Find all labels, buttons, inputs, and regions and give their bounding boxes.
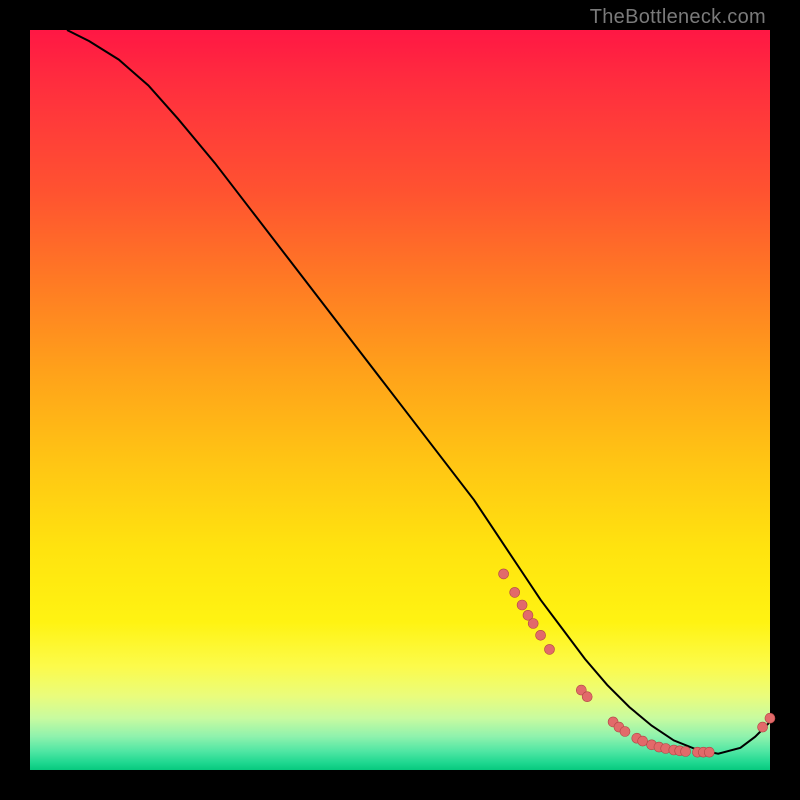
data-point <box>765 713 775 723</box>
data-points-group <box>499 569 775 757</box>
data-point <box>681 747 691 757</box>
data-point <box>758 722 768 732</box>
data-point <box>620 727 630 737</box>
data-point <box>582 692 592 702</box>
bottleneck-curve <box>67 30 770 754</box>
data-point <box>510 587 520 597</box>
chart-frame: TheBottleneck.com <box>0 0 800 800</box>
data-point <box>536 630 546 640</box>
data-point <box>704 747 714 757</box>
data-point <box>517 600 527 610</box>
data-point <box>545 644 555 654</box>
data-point <box>528 619 538 629</box>
chart-svg <box>30 30 770 770</box>
plot-area <box>30 30 770 770</box>
data-point <box>499 569 509 579</box>
data-point <box>638 736 648 746</box>
watermark-text: TheBottleneck.com <box>590 6 766 29</box>
